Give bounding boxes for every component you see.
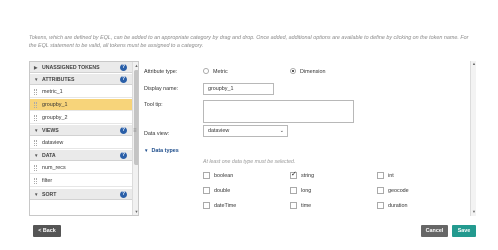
drag-grip-icon[interactable]	[34, 165, 37, 171]
section-data[interactable]: ▼ DATA ?	[30, 150, 132, 161]
drag-grip-icon[interactable]	[34, 89, 37, 95]
scroll-down-icon[interactable]: ▼	[471, 209, 477, 215]
data-type-checkbox[interactable]	[377, 202, 384, 209]
back-button[interactable]: < Back	[33, 225, 61, 237]
drag-grip-icon[interactable]	[34, 178, 37, 184]
dimension-radio-label: Dimension	[300, 69, 326, 75]
data-type-label: double	[214, 188, 231, 194]
section-attributes[interactable]: ▼ ATTRIBUTES ?	[30, 74, 132, 85]
metric-radio[interactable]	[203, 68, 209, 74]
data-type-label: geocode	[388, 188, 409, 194]
form-scrollbar[interactable]: ▲ ▼	[470, 61, 476, 216]
data-types-toggle[interactable]: ▼ Data types	[144, 148, 179, 154]
token-item-metric-1[interactable]: metric_1	[30, 86, 132, 98]
dimension-radio[interactable]	[290, 68, 296, 74]
data-type-label: int	[388, 173, 394, 179]
help-icon[interactable]: ?	[120, 127, 127, 134]
chevron-down-icon: ⌄	[279, 128, 284, 134]
data-type-checkbox[interactable]	[203, 187, 210, 194]
help-icon[interactable]: ?	[120, 152, 127, 159]
intro-text: Tokens, which are defined by EQL, can be…	[29, 35, 469, 49]
save-button[interactable]: Save	[452, 225, 476, 237]
scroll-up-icon[interactable]: ▲	[471, 61, 477, 67]
data-type-checkbox[interactable]	[203, 202, 210, 209]
data-type-label: string	[301, 173, 315, 179]
panel-scrollbar[interactable]: ▲ ▼	[132, 62, 138, 215]
data-view-label: Data view:	[144, 131, 170, 137]
help-icon[interactable]: ?	[120, 76, 127, 83]
data-type-label: long	[301, 188, 312, 194]
data-type-checkbox[interactable]	[203, 172, 210, 179]
section-unassigned-tokens[interactable]: ▶ UNASSIGNED TOKENS ?	[30, 62, 132, 73]
token-item-dataview[interactable]: dataview	[30, 137, 132, 149]
drag-grip-icon[interactable]	[34, 102, 37, 108]
token-item-groupby-1[interactable]: groupby_1	[30, 99, 132, 111]
caret-down-icon: ▼	[144, 148, 149, 153]
data-view-select[interactable]: dataview ⌄	[203, 125, 288, 137]
caret-down-icon: ▼	[34, 128, 39, 133]
tooltip-textarea[interactable]	[203, 100, 354, 123]
metric-radio-label: Metric	[213, 69, 228, 75]
data-type-checkbox[interactable]	[290, 187, 297, 194]
help-icon[interactable]: ?	[120, 64, 127, 71]
data-type-label: dateTime	[214, 203, 237, 209]
caret-down-icon: ▼	[34, 153, 39, 158]
section-views[interactable]: ▼ VIEWS ?	[30, 125, 132, 136]
token-properties-form: Attribute type: Metric Dimension Display…	[139, 61, 475, 216]
panel-splitter-handle[interactable]: ≡	[133, 128, 137, 134]
caret-right-icon: ▶	[34, 65, 38, 70]
display-name-label: Display name:	[144, 86, 179, 92]
data-type-checkbox[interactable]	[290, 170, 297, 179]
attribute-type-label: Attribute type:	[144, 69, 178, 75]
data-types-hint: At least one data type must be selected.	[203, 159, 296, 165]
tooltip-label: Tool tip:	[144, 102, 163, 108]
token-item-filter[interactable]: filter	[30, 175, 132, 187]
token-panel: ▶ UNASSIGNED TOKENS ? ▼ ATTRIBUTES ? metri…	[29, 61, 139, 216]
caret-down-icon: ▼	[34, 77, 39, 82]
drag-grip-icon[interactable]	[34, 140, 37, 146]
data-type-checkbox[interactable]	[290, 202, 297, 209]
data-type-label: boolean	[214, 173, 234, 179]
drag-grip-icon[interactable]	[34, 115, 37, 121]
data-type-label: time	[301, 203, 312, 209]
caret-down-icon: ▼	[34, 192, 39, 197]
help-icon[interactable]: ?	[120, 191, 127, 198]
token-item-groupby-2[interactable]: groupby_2	[30, 112, 132, 124]
data-type-label: duration	[388, 203, 408, 209]
cancel-button[interactable]: Cancel	[421, 225, 448, 237]
data-type-checkbox[interactable]	[377, 187, 384, 194]
display-name-input[interactable]: groupby_1	[203, 83, 274, 95]
token-item-num-recs[interactable]: num_recs	[30, 162, 132, 174]
section-sort[interactable]: ▼ SORT ?	[30, 189, 132, 200]
data-type-checkbox[interactable]	[377, 172, 384, 179]
